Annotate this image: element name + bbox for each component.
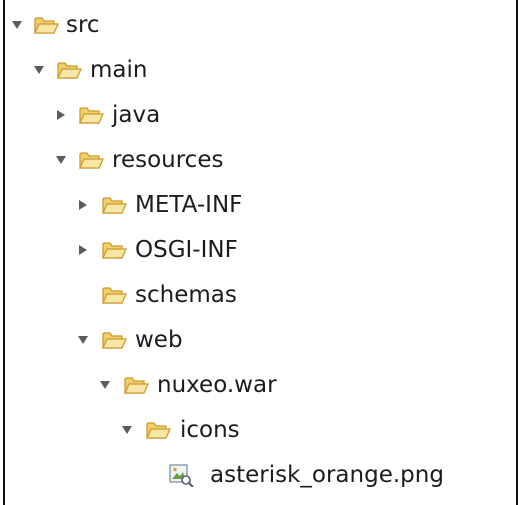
tree-item-label: web [135, 327, 183, 353]
tree-item-label: icons [180, 417, 240, 443]
folder-open-icon [101, 193, 127, 217]
folder-open-icon [56, 58, 82, 82]
tree-item-label: schemas [135, 282, 237, 308]
collapsed-arrow-icon[interactable] [76, 183, 90, 227]
folder-open-icon [78, 103, 104, 127]
folder-open-icon [33, 13, 59, 37]
folder-open-icon [78, 148, 104, 172]
expanded-arrow-icon[interactable] [76, 318, 90, 362]
collapsed-arrow-icon[interactable] [76, 228, 90, 272]
expanded-arrow-icon[interactable] [32, 48, 46, 92]
tree-right-border [516, 0, 518, 505]
expanded-arrow-icon[interactable] [120, 408, 134, 452]
folder-open-icon [145, 418, 171, 442]
tree-item-label: META-INF [135, 192, 243, 218]
tree-item-label: resources [112, 147, 224, 173]
tree-item-label: java [112, 102, 161, 128]
project-tree: src main java resources META-INF OSGI-IN… [0, 0, 524, 505]
tree-item-label: OSGI-INF [135, 237, 238, 263]
expanded-arrow-icon[interactable] [54, 138, 68, 182]
tree-item-label: main [90, 57, 148, 83]
tree-left-border [3, 0, 5, 505]
folder-open-icon [101, 283, 127, 307]
expanded-arrow-icon[interactable] [98, 363, 112, 407]
expanded-arrow-icon[interactable] [10, 3, 24, 47]
tree-item-label: asterisk_orange.png [210, 462, 444, 488]
folder-open-icon [101, 328, 127, 352]
tree-item-label: src [66, 12, 100, 38]
tree-item-label: nuxeo.war [157, 372, 277, 398]
collapsed-arrow-icon[interactable] [54, 93, 68, 137]
folder-open-icon [123, 373, 149, 397]
folder-open-icon [101, 238, 127, 262]
image-file-icon [168, 463, 194, 487]
